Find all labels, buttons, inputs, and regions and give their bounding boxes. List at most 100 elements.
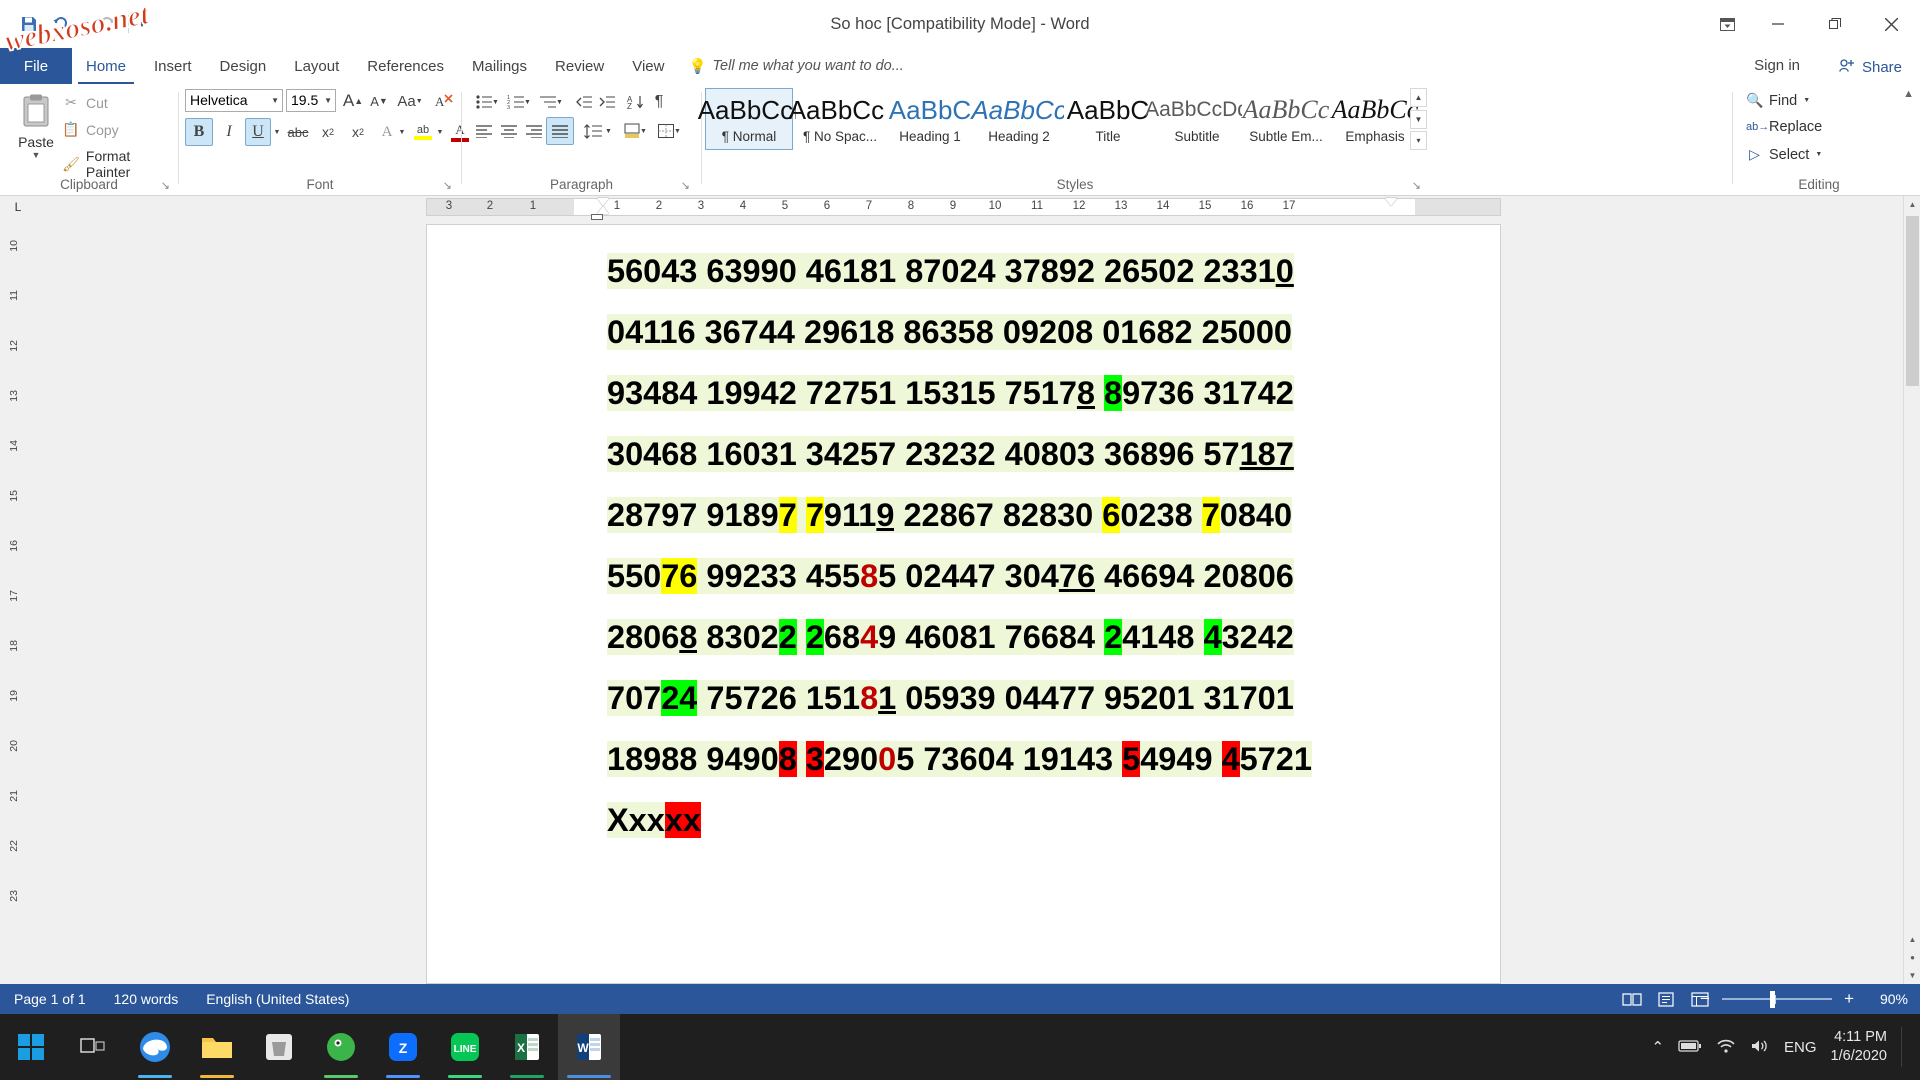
style-heading-1[interactable]: AaBbC Heading 1 xyxy=(886,88,974,150)
show-formatting-marks-button[interactable]: ¶ xyxy=(646,89,672,115)
document-line[interactable]: 18988 94908 329005 73604 19143 54949 457… xyxy=(607,729,1437,790)
tell-me-box[interactable]: 💡 Tell me what you want to do... xyxy=(678,48,913,84)
styles-dialog-launcher[interactable]: ↘ xyxy=(1412,179,1421,192)
select-browse-object-button[interactable]: ● xyxy=(1904,949,1920,966)
close-button[interactable] xyxy=(1863,0,1920,48)
line-spacing-dropdown-icon[interactable]: ▼ xyxy=(603,118,614,144)
zoom-slider[interactable]: − + xyxy=(1700,984,1854,1014)
file-explorer-icon[interactable] xyxy=(186,1014,248,1080)
restore-button[interactable] xyxy=(1806,0,1863,48)
select-button[interactable]: ▷ Select ▼ xyxy=(1746,146,1822,163)
bullets-dropdown-icon[interactable]: ▼ xyxy=(490,89,501,115)
zoom-thumb[interactable] xyxy=(1770,990,1775,1008)
hanging-indent-marker[interactable] xyxy=(597,206,609,214)
format-painter-button[interactable]: 🖌 Format Painter xyxy=(62,148,178,180)
font-dialog-launcher[interactable]: ↘ xyxy=(443,179,452,192)
task-view-icon[interactable] xyxy=(62,1014,124,1080)
style-normal[interactable]: AaBbCcI ¶ Normal xyxy=(698,88,800,150)
paste-dropdown-icon[interactable]: ▼ xyxy=(32,150,41,160)
word-count[interactable]: 120 words xyxy=(100,991,193,1007)
style-subtle-emphasis[interactable]: AaBbCc Subtle Em... xyxy=(1242,88,1330,150)
cut-button[interactable]: ✂ Cut xyxy=(62,94,108,111)
copy-button[interactable]: 📋 Copy xyxy=(62,121,118,138)
tab-file[interactable]: File xyxy=(0,48,72,84)
document-page[interactable]: 56043 63990 46181 87024 37892 26502 2331… xyxy=(426,224,1501,984)
first-line-indent-marker[interactable] xyxy=(597,198,609,206)
document-text-body[interactable]: 56043 63990 46181 87024 37892 26502 2331… xyxy=(607,241,1437,851)
document-line[interactable]: 28068 83022 26849 46081 76684 24148 4324… xyxy=(607,607,1437,668)
microsoft-store-icon[interactable] xyxy=(248,1014,310,1080)
next-page-button[interactable]: ▼ xyxy=(1904,967,1920,984)
style-title[interactable]: AaBbC Title xyxy=(1064,88,1152,150)
bold-button[interactable]: B xyxy=(185,118,213,146)
styles-scroll-up-button[interactable]: ▲ xyxy=(1410,88,1427,107)
redo-icon[interactable] xyxy=(92,9,122,39)
clear-formatting-button[interactable]: A xyxy=(432,88,458,114)
collapse-ribbon-button[interactable]: ▲ xyxy=(1903,88,1914,100)
align-right-button[interactable] xyxy=(521,118,547,144)
zalo-icon[interactable]: Z xyxy=(372,1014,434,1080)
align-center-button[interactable] xyxy=(496,118,522,144)
find-dropdown-icon[interactable]: ▼ xyxy=(1803,97,1810,104)
shading-dropdown-icon[interactable]: ▼ xyxy=(638,118,649,144)
tab-mailings[interactable]: Mailings xyxy=(458,48,541,84)
document-line[interactable]: Xxxxx xyxy=(607,790,1437,851)
multilevel-dropdown-icon[interactable]: ▼ xyxy=(554,89,565,115)
save-icon[interactable] xyxy=(14,9,44,39)
horizontal-ruler[interactable]: L 3 2 1 1 2 3 4 5 6 7 8 9 10 11 12 13 14… xyxy=(0,196,1920,220)
scrollbar-thumb[interactable] xyxy=(1906,216,1919,386)
read-mode-icon[interactable] xyxy=(1620,988,1644,1010)
strikethrough-button[interactable]: abc xyxy=(284,118,312,146)
style-subtitle[interactable]: AaBbCcDd Subtitle xyxy=(1145,88,1249,150)
document-line[interactable]: 70724 75726 15181 05939 04477 95201 3170… xyxy=(607,668,1437,729)
document-line[interactable]: 55076 99233 45585 02447 30476 46694 2080… xyxy=(607,546,1437,607)
clock[interactable]: 4:11 PM 1/6/2020 xyxy=(1831,1028,1887,1066)
chevron-down-icon[interactable]: ▼ xyxy=(324,90,335,111)
volume-icon[interactable] xyxy=(1750,1038,1770,1057)
edge-icon[interactable] xyxy=(124,1014,186,1080)
style-emphasis[interactable]: AaBbCc Emphasis xyxy=(1331,88,1419,150)
share-button[interactable]: Share xyxy=(1831,54,1910,80)
tab-stop-selector[interactable]: L xyxy=(8,198,28,216)
tab-home[interactable]: Home xyxy=(72,48,140,84)
word-icon[interactable]: W xyxy=(558,1014,620,1080)
style-heading-2[interactable]: AaBbCc Heading 2 xyxy=(971,88,1067,150)
zoom-in-button[interactable]: + xyxy=(1844,989,1854,1009)
battery-icon[interactable] xyxy=(1678,1039,1702,1056)
chevron-down-icon[interactable]: ▼ xyxy=(271,90,282,111)
tab-layout[interactable]: Layout xyxy=(280,48,353,84)
document-line[interactable]: 04116 36744 29618 86358 09208 01682 2500… xyxy=(607,302,1437,363)
document-line[interactable]: 30468 16031 34257 23232 40803 36896 5718… xyxy=(607,424,1437,485)
zoom-percentage[interactable]: 90% xyxy=(1860,991,1908,1007)
numbering-dropdown-icon[interactable]: ▼ xyxy=(522,89,533,115)
document-line[interactable]: 93484 19942 72751 15315 75178 89736 3174… xyxy=(607,363,1437,424)
zoom-out-button[interactable]: − xyxy=(1700,989,1710,1009)
show-desktop-button[interactable] xyxy=(1901,1027,1906,1067)
underline-button[interactable]: U xyxy=(245,118,271,146)
clipboard-dialog-launcher[interactable]: ↘ xyxy=(161,179,170,192)
sign-in-link[interactable]: Sign in xyxy=(1754,57,1800,74)
paste-button[interactable]: Paste ▼ xyxy=(8,90,64,160)
print-layout-icon[interactable] xyxy=(1654,988,1678,1010)
coccoc-icon[interactable] xyxy=(310,1014,372,1080)
paragraph-dialog-launcher[interactable]: ↘ xyxy=(681,179,690,192)
language-indicator[interactable]: ENG xyxy=(1784,1039,1817,1056)
previous-page-button[interactable]: ▲ xyxy=(1904,931,1920,948)
customize-qat-icon[interactable]: ▼ xyxy=(135,9,149,39)
start-icon[interactable] xyxy=(0,1014,62,1080)
line-icon[interactable]: LINE xyxy=(434,1014,496,1080)
replace-button[interactable]: ab→ Replace xyxy=(1746,119,1822,135)
highlight-dropdown-icon[interactable]: ▼ xyxy=(434,118,446,146)
excel-icon[interactable]: X xyxy=(496,1014,558,1080)
show-hidden-icons-chevron-icon[interactable]: ⌃ xyxy=(1651,1038,1664,1056)
styles-more-button[interactable]: ▾ xyxy=(1410,131,1427,150)
document-line[interactable]: 28797 91897 79119 22867 82830 60238 7084… xyxy=(607,485,1437,546)
text-effects-dropdown-icon[interactable]: ▼ xyxy=(396,118,408,146)
vertical-scrollbar[interactable]: ▲ ▲ ● ▼ xyxy=(1903,196,1920,984)
undo-dropdown-icon[interactable]: ▼ xyxy=(78,9,90,39)
network-icon[interactable] xyxy=(1716,1038,1736,1057)
justify-button[interactable] xyxy=(546,117,574,145)
document-line[interactable]: 56043 63990 46181 87024 37892 26502 2331… xyxy=(607,241,1437,302)
change-case-button[interactable]: Aa ▼ xyxy=(393,88,427,114)
page-indicator[interactable]: Page 1 of 1 xyxy=(0,991,100,1007)
